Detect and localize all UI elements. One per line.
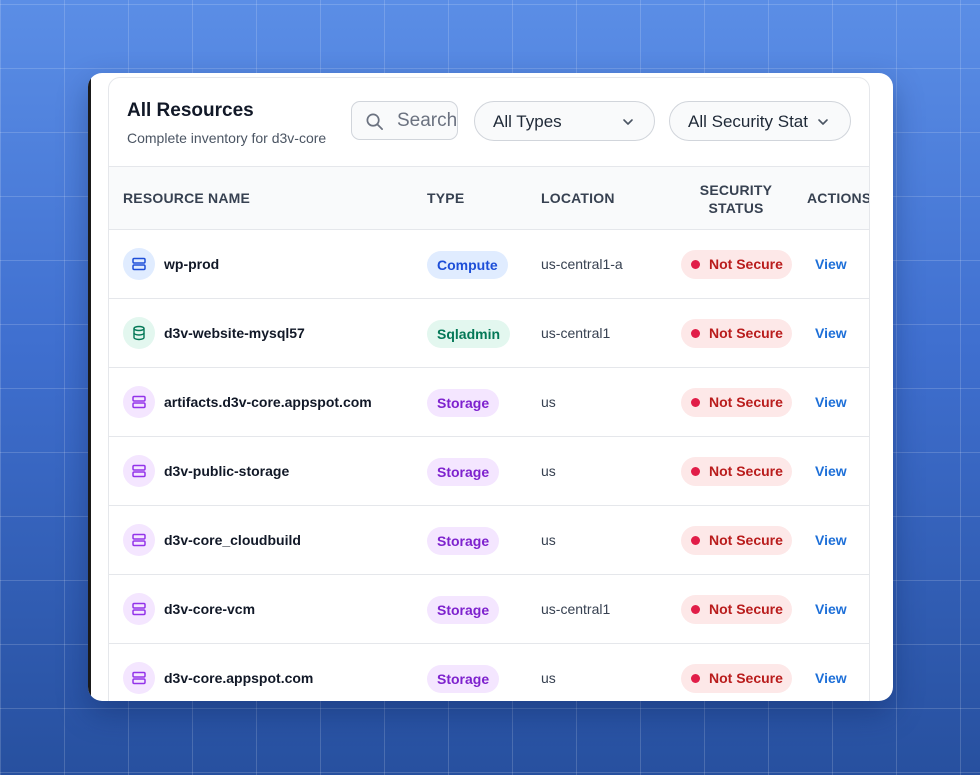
table-row: d3v-core-vcm Storage us-central1 Not Sec…: [109, 575, 869, 644]
page-title: All Resources: [127, 100, 254, 121]
column-header-security-line2: STATUS: [708, 200, 764, 216]
search-input[interactable]: [397, 109, 457, 133]
page-subtitle: Complete inventory for d3v-core: [127, 130, 327, 146]
view-link[interactable]: View: [815, 670, 847, 686]
table-row: d3v-core.appspot.com Storage us Not Secu…: [109, 644, 869, 701]
database-icon: [123, 317, 155, 349]
status-dot-icon: [691, 467, 700, 476]
column-header-actions: ACTIONS: [807, 190, 870, 206]
type-badge: Storage: [427, 527, 500, 555]
resource-name: d3v-public-storage: [164, 463, 290, 479]
resource-name: artifacts.d3v-core.appspot.com: [164, 394, 372, 410]
view-link[interactable]: View: [815, 256, 847, 272]
search-box[interactable]: [351, 101, 458, 140]
resources-panel: All Resources Complete inventory for d3v…: [108, 77, 870, 701]
view-link[interactable]: View: [815, 463, 847, 479]
resource-location: us: [541, 394, 556, 410]
resource-name: d3v-website-mysql57: [164, 325, 305, 341]
chevron-down-icon: [623, 119, 633, 125]
column-header-resource-name[interactable]: RESOURCE NAME: [123, 190, 250, 206]
type-filter-value: All Types: [493, 112, 562, 131]
resource-location: us-central1: [541, 325, 611, 341]
status-badge: Not Secure: [681, 664, 792, 693]
storage-bucket-icon: [123, 593, 155, 625]
resource-location: us: [541, 463, 556, 479]
security-filter-select[interactable]: All Security Status: [669, 101, 851, 141]
storage-bucket-icon: [123, 662, 155, 694]
server-icon: [123, 248, 155, 280]
type-badge: Storage: [427, 458, 500, 486]
type-badge: Storage: [427, 389, 500, 417]
table-row: artifacts.d3v-core.appspot.com Storage u…: [109, 368, 869, 437]
resource-name: d3v-core.appspot.com: [164, 670, 314, 686]
status-badge: Not Secure: [681, 595, 792, 624]
type-badge: Storage: [427, 665, 500, 693]
security-filter-value: All Security Status: [688, 112, 808, 131]
status-text: Not Secure: [709, 325, 783, 341]
resources-card: All Resources Complete inventory for d3v…: [88, 73, 893, 701]
status-badge: Not Secure: [681, 457, 792, 486]
status-text: Not Secure: [709, 532, 783, 548]
status-text: Not Secure: [709, 670, 783, 686]
resource-location: us: [541, 532, 556, 548]
status-text: Not Secure: [709, 463, 783, 479]
status-badge: Not Secure: [681, 250, 792, 279]
search-icon: [366, 113, 383, 130]
column-header-type[interactable]: TYPE: [427, 190, 464, 206]
storage-bucket-icon: [123, 386, 155, 418]
table-header: RESOURCE NAME TYPE LOCATION SECURITY STA…: [109, 166, 869, 230]
panel-header: All Resources Complete inventory for d3v…: [109, 78, 869, 166]
view-link[interactable]: View: [815, 394, 847, 410]
status-badge: Not Secure: [681, 319, 792, 348]
table-row: wp-prod Compute us-central1-a Not Secure…: [109, 230, 869, 299]
type-filter-select[interactable]: All Types: [474, 101, 655, 141]
resource-location: us-central1: [541, 601, 611, 617]
resource-name: d3v-core_cloudbuild: [164, 532, 301, 548]
table-row: d3v-public-storage Storage us Not Secure…: [109, 437, 869, 506]
status-dot-icon: [691, 398, 700, 407]
status-dot-icon: [691, 536, 700, 545]
status-dot-icon: [691, 674, 700, 683]
chevron-down-icon: [818, 119, 828, 125]
type-badge: Compute: [427, 251, 508, 279]
type-badge: Sqladmin: [427, 320, 511, 348]
resource-name: d3v-core-vcm: [164, 601, 256, 617]
view-link[interactable]: View: [815, 601, 847, 617]
status-text: Not Secure: [709, 601, 783, 617]
view-link[interactable]: View: [815, 325, 847, 341]
status-dot-icon: [691, 260, 700, 269]
status-badge: Not Secure: [681, 388, 792, 417]
storage-bucket-icon: [123, 524, 155, 556]
status-dot-icon: [691, 329, 700, 338]
status-text: Not Secure: [709, 394, 783, 410]
column-header-location[interactable]: LOCATION: [541, 190, 615, 206]
view-link[interactable]: View: [815, 532, 847, 548]
storage-bucket-icon: [123, 455, 155, 487]
status-text: Not Secure: [709, 256, 783, 272]
status-dot-icon: [691, 605, 700, 614]
type-badge: Storage: [427, 596, 500, 624]
column-header-security-line1: SECURITY: [699, 182, 773, 198]
resource-location: us-central1-a: [541, 256, 623, 272]
resource-location: us: [541, 670, 556, 686]
column-header-security-status[interactable]: SECURITY STATUS: [691, 181, 781, 217]
table-row: d3v-core_cloudbuild Storage us Not Secur…: [109, 506, 869, 575]
status-badge: Not Secure: [681, 526, 792, 555]
resource-name: wp-prod: [164, 256, 220, 272]
table-row: d3v-website-mysql57 Sqladmin us-central1…: [109, 299, 869, 368]
